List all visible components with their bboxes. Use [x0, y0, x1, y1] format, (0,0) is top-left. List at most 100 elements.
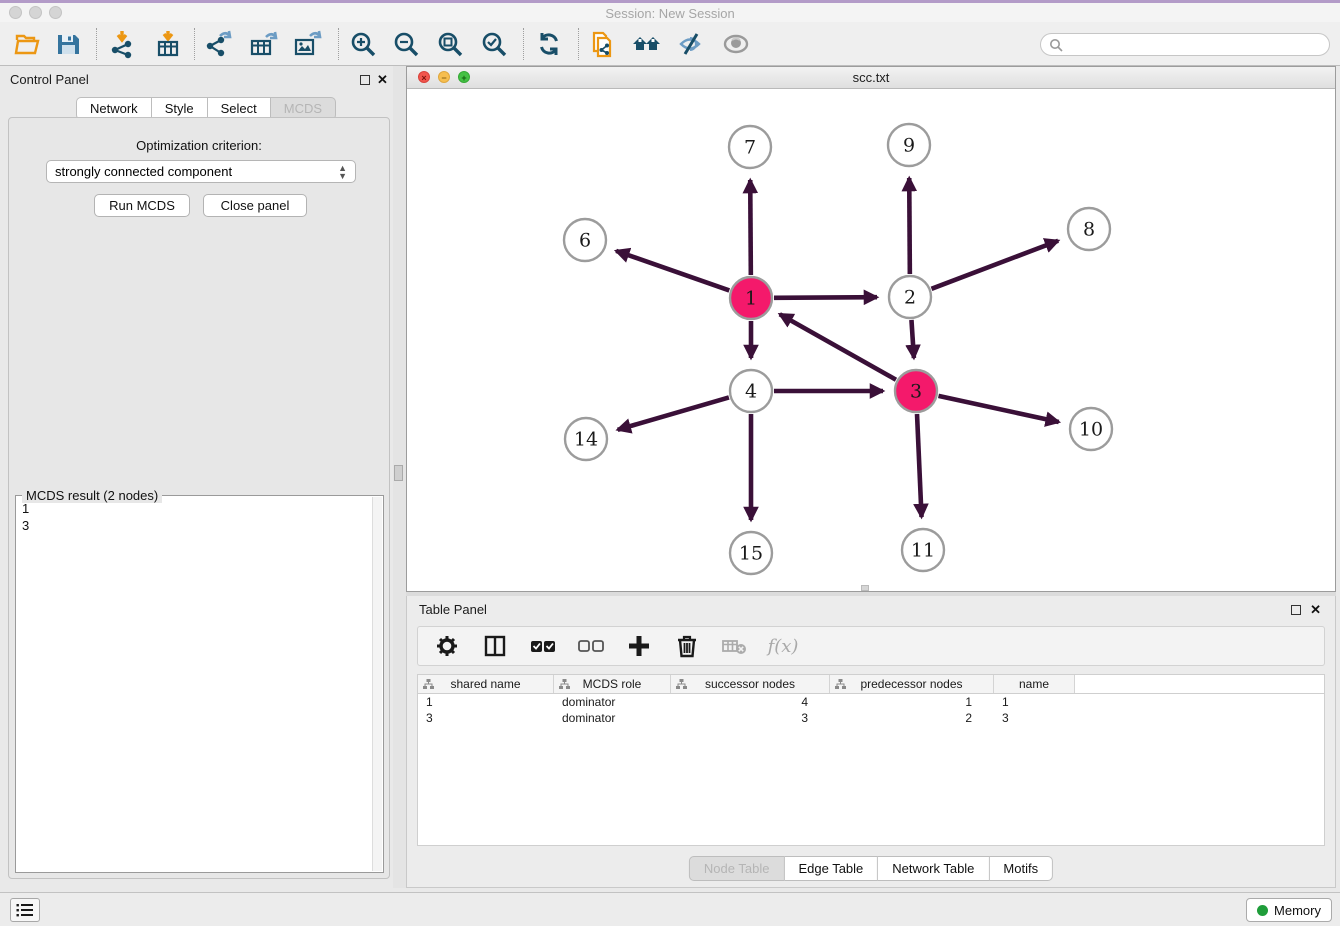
edge-3-1[interactable]: [780, 314, 896, 380]
network-graph-canvas[interactable]: 7968124314101511: [407, 89, 1335, 592]
node-label-4: 4: [745, 381, 757, 403]
import-table-icon[interactable]: [150, 27, 186, 61]
table-cell: 3: [994, 710, 1075, 726]
eye-icon[interactable]: [718, 27, 754, 61]
node-label-1: 1: [745, 288, 757, 310]
edge-4-14[interactable]: [618, 397, 729, 429]
edge-1-6[interactable]: [616, 251, 729, 291]
table-row[interactable]: 3dominator323: [418, 710, 1324, 726]
control-panel: Control Panel ✕ Network Style Select MCD…: [0, 66, 397, 888]
zoom-out-icon[interactable]: [388, 27, 424, 61]
close-panel-icon[interactable]: ✕: [1310, 602, 1321, 618]
edge-2-8[interactable]: [932, 241, 1059, 289]
tab-motifs[interactable]: Motifs: [989, 856, 1053, 881]
node-label-2: 2: [904, 287, 916, 309]
node-label-14: 14: [574, 429, 598, 451]
node-table[interactable]: shared nameMCDS rolesuccessor nodesprede…: [417, 674, 1325, 846]
main-toolbar: [0, 22, 1340, 66]
toolbar-separator: [578, 28, 579, 60]
float-panel-icon[interactable]: [1291, 605, 1301, 615]
optimization-criterion-select[interactable]: strongly connected component ▲▼: [46, 160, 356, 183]
tab-network-table[interactable]: Network Table: [878, 856, 989, 881]
memory-label: Memory: [1274, 903, 1321, 918]
edge-2-3[interactable]: [911, 320, 913, 358]
zoom-in-icon[interactable]: [345, 27, 381, 61]
mcds-result-scrollbar[interactable]: [372, 497, 382, 871]
search-box[interactable]: [1040, 33, 1330, 56]
export-network-icon[interactable]: [200, 27, 236, 61]
export-image-icon[interactable]: [289, 27, 325, 61]
node-label-11: 11: [911, 540, 935, 562]
table-cell: 3: [418, 710, 554, 726]
delete-row-icon[interactable]: [670, 631, 704, 661]
header-filler: [1075, 675, 1324, 693]
edge-1-7[interactable]: [750, 180, 751, 275]
eye-slash-icon[interactable]: [674, 27, 710, 61]
vertical-splitter[interactable]: [393, 66, 406, 888]
add-row-icon[interactable]: [622, 631, 656, 661]
home-neighbors-icon[interactable]: [630, 27, 666, 61]
mcds-result-text[interactable]: 1 3: [18, 500, 371, 870]
export-table-icon[interactable]: [245, 27, 281, 61]
column-header-shared-name[interactable]: shared name: [418, 675, 554, 693]
save-session-icon[interactable]: [50, 27, 86, 61]
table-body: 1dominator4113dominator323: [418, 694, 1324, 726]
control-panel-title: Control Panel: [10, 72, 89, 87]
column-header-successor-nodes[interactable]: successor nodes: [671, 675, 830, 693]
zoom-fit-icon[interactable]: [432, 27, 468, 61]
toolbar-separator: [96, 28, 97, 60]
node-label-10: 10: [1079, 419, 1103, 441]
column-header-predecessor-nodes[interactable]: predecessor nodes: [830, 675, 994, 693]
node-label-15: 15: [739, 543, 763, 565]
node-label-9: 9: [903, 135, 915, 157]
node-label-6: 6: [579, 230, 591, 252]
import-network-icon[interactable]: [104, 27, 140, 61]
refresh-icon[interactable]: [531, 27, 567, 61]
search-input[interactable]: [1063, 34, 1329, 55]
memory-status-icon: [1257, 905, 1268, 916]
app-titlebar: Session: New Session: [0, 3, 1340, 22]
close-panel-button[interactable]: Close panel: [203, 194, 307, 217]
window-title: Session: New Session: [0, 6, 1340, 21]
edge-3-10[interactable]: [938, 396, 1058, 422]
select-all-icon[interactable]: [526, 631, 560, 661]
node-label-8: 8: [1083, 219, 1095, 241]
tab-node-table[interactable]: Node Table: [689, 856, 785, 881]
window-resize-grip[interactable]: [861, 585, 869, 591]
deselect-all-icon[interactable]: [574, 631, 608, 661]
show-columns-icon[interactable]: [478, 631, 512, 661]
edge-3-11[interactable]: [917, 414, 922, 517]
node-label-7: 7: [744, 137, 756, 159]
network-window-titlebar[interactable]: × − + scc.txt: [407, 67, 1335, 89]
close-panel-icon[interactable]: ✕: [377, 72, 388, 88]
table-cell: 2: [830, 710, 994, 726]
edge-2-9[interactable]: [909, 178, 910, 274]
table-cell: dominator: [554, 694, 671, 710]
table-panel-title: Table Panel: [419, 602, 487, 617]
column-header-name[interactable]: name: [994, 675, 1075, 693]
tab-edge-table[interactable]: Edge Table: [784, 856, 878, 881]
table-row[interactable]: 1dominator411: [418, 694, 1324, 710]
table-cell: 1: [994, 694, 1075, 710]
run-mcds-button[interactable]: Run MCDS: [94, 194, 190, 217]
table-cell: 1: [830, 694, 994, 710]
float-panel-icon[interactable]: [360, 75, 370, 85]
select-stepper-icon: ▲▼: [338, 164, 347, 180]
delete-table-icon[interactable]: [718, 631, 752, 661]
memory-button[interactable]: Memory: [1246, 898, 1332, 922]
table-cell: 3: [671, 710, 830, 726]
toolbar-separator: [523, 28, 524, 60]
table-toolbar: f(x): [417, 626, 1325, 666]
mcds-result-group: MCDS result (2 nodes) 1 3: [15, 495, 384, 873]
edge-1-2[interactable]: [774, 297, 877, 298]
mcds-panel-body: Optimization criterion: strongly connect…: [8, 117, 390, 879]
function-builder-icon[interactable]: f(x): [766, 631, 800, 661]
splitter-grip[interactable]: [394, 465, 403, 481]
list-icon: [16, 903, 34, 917]
duplicate-network-icon[interactable]: [586, 27, 622, 61]
settings-gear-icon[interactable]: [430, 631, 464, 661]
open-session-icon[interactable]: [8, 27, 44, 61]
task-list-button[interactable]: [10, 898, 40, 922]
zoom-selected-icon[interactable]: [476, 27, 512, 61]
column-header-MCDS-role[interactable]: MCDS role: [554, 675, 671, 693]
